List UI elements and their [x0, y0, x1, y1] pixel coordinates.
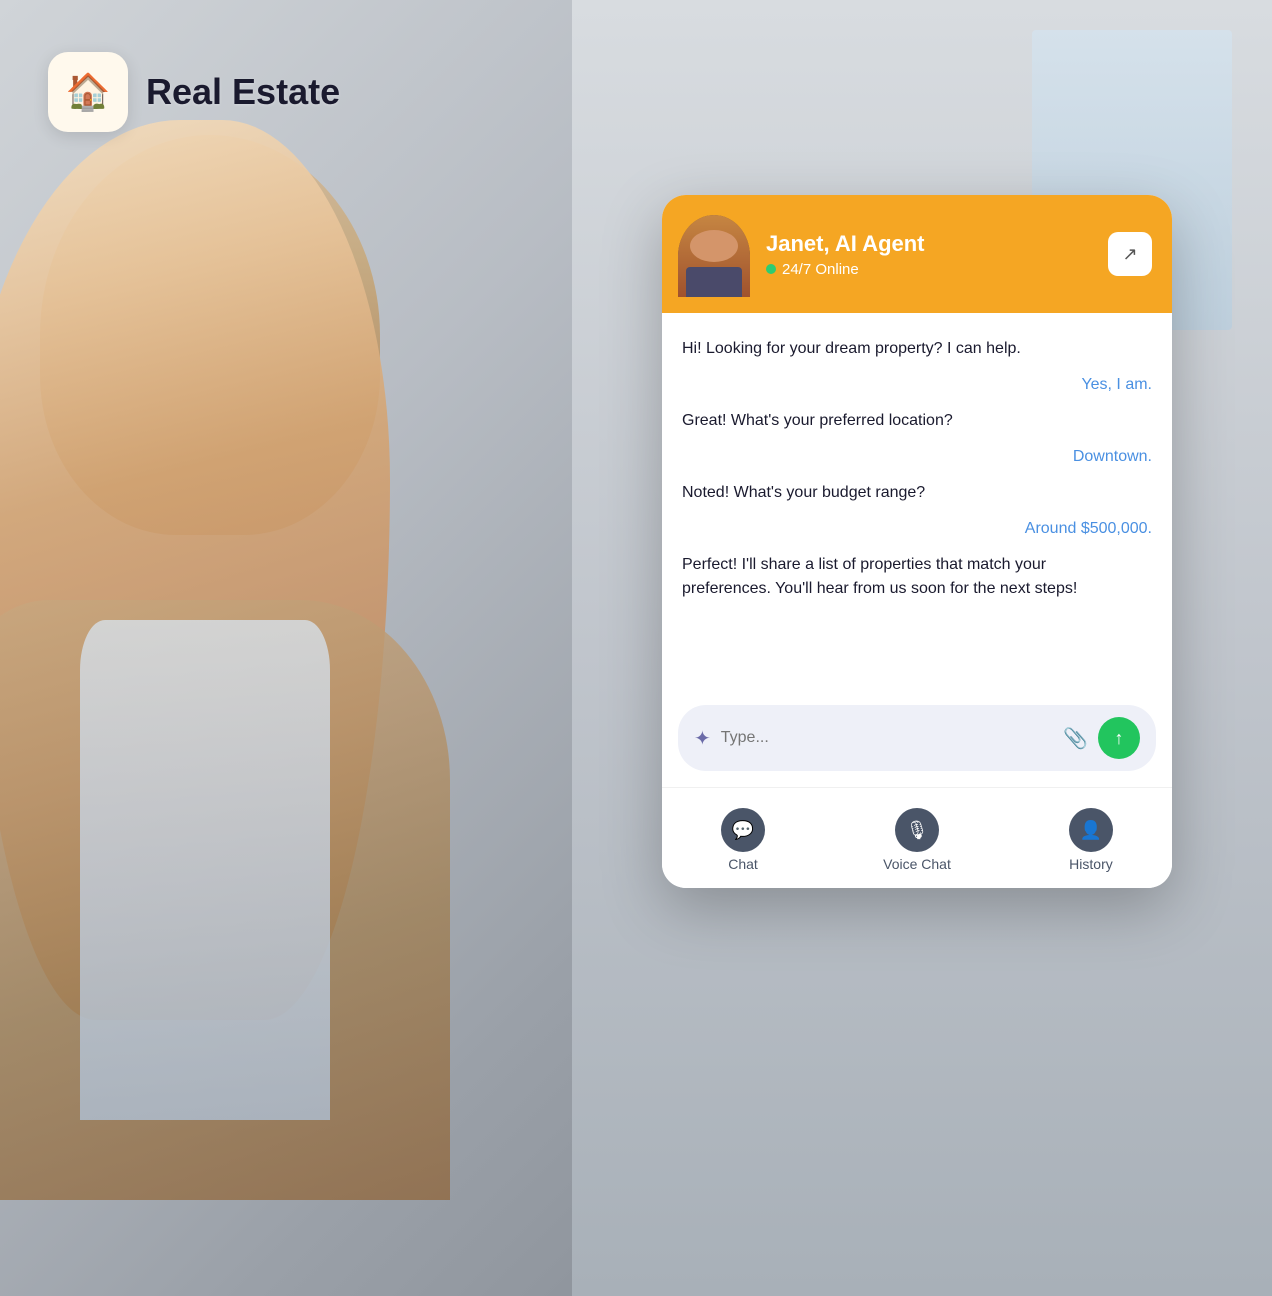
message-1: Hi! Looking for your dream property? I c… — [682, 337, 1021, 361]
agent-name: Janet, AI Agent — [766, 231, 1092, 257]
chat-input-area: ✦ 📎 ↑ — [662, 693, 1172, 787]
expand-icon: ↗ — [1122, 244, 1137, 265]
voice-chat-nav-label: Voice Chat — [883, 856, 951, 872]
shirt — [80, 620, 330, 1120]
expand-button[interactable]: ↗ — [1108, 232, 1152, 276]
message-6: Around $500,000. — [1025, 517, 1152, 541]
send-button[interactable]: ↑ — [1098, 717, 1140, 759]
face — [0, 120, 390, 1020]
logo-box: 🏠 — [48, 52, 128, 132]
message-7: Perfect! I'll share a list of properties… — [682, 553, 1082, 601]
agent-info: Janet, AI Agent 24/7 Online — [766, 231, 1092, 278]
home-icon: 🏠 — [66, 71, 111, 113]
nav-item-chat[interactable]: 💬 Chat — [701, 800, 785, 880]
app-title: Real Estate — [146, 71, 340, 113]
chat-header: Janet, AI Agent 24/7 Online ↗ — [662, 195, 1172, 313]
agent-avatar — [678, 215, 750, 297]
jacket — [0, 600, 450, 1200]
bottom-nav: 💬 Chat 🎙 Voice Chat 👤 History — [662, 787, 1172, 888]
input-row: ✦ 📎 ↑ — [678, 705, 1156, 771]
chat-input[interactable] — [721, 729, 1053, 747]
app-header: 🏠 Real Estate — [48, 52, 340, 132]
message-2: Yes, I am. — [1081, 373, 1152, 397]
nav-item-voice-chat[interactable]: 🎙 Voice Chat — [863, 800, 971, 880]
chat-messages: Hi! Looking for your dream property? I c… — [662, 313, 1172, 693]
voice-chat-nav-icon: 🎙 — [895, 808, 939, 852]
nav-item-history[interactable]: 👤 History — [1049, 800, 1133, 880]
attach-icon[interactable]: 📎 — [1063, 726, 1088, 751]
history-nav-icon: 👤 — [1069, 808, 1113, 852]
history-nav-label: History — [1069, 856, 1113, 872]
message-5: Noted! What's your budget range? — [682, 481, 925, 505]
sparkle-icon: ✦ — [694, 726, 711, 751]
hair — [40, 135, 380, 535]
message-3: Great! What's your preferred location? — [682, 409, 953, 433]
chat-nav-label: Chat — [728, 856, 758, 872]
chat-widget: Janet, AI Agent 24/7 Online ↗ Hi! Lookin… — [662, 195, 1172, 888]
status-text: 24/7 Online — [782, 261, 859, 278]
message-4: Downtown. — [1073, 445, 1152, 469]
avatar-face — [678, 215, 750, 297]
chat-nav-icon: 💬 — [721, 808, 765, 852]
send-arrow-icon: ↑ — [1115, 728, 1124, 749]
agent-status: 24/7 Online — [766, 261, 1092, 278]
online-status-dot — [766, 264, 776, 274]
